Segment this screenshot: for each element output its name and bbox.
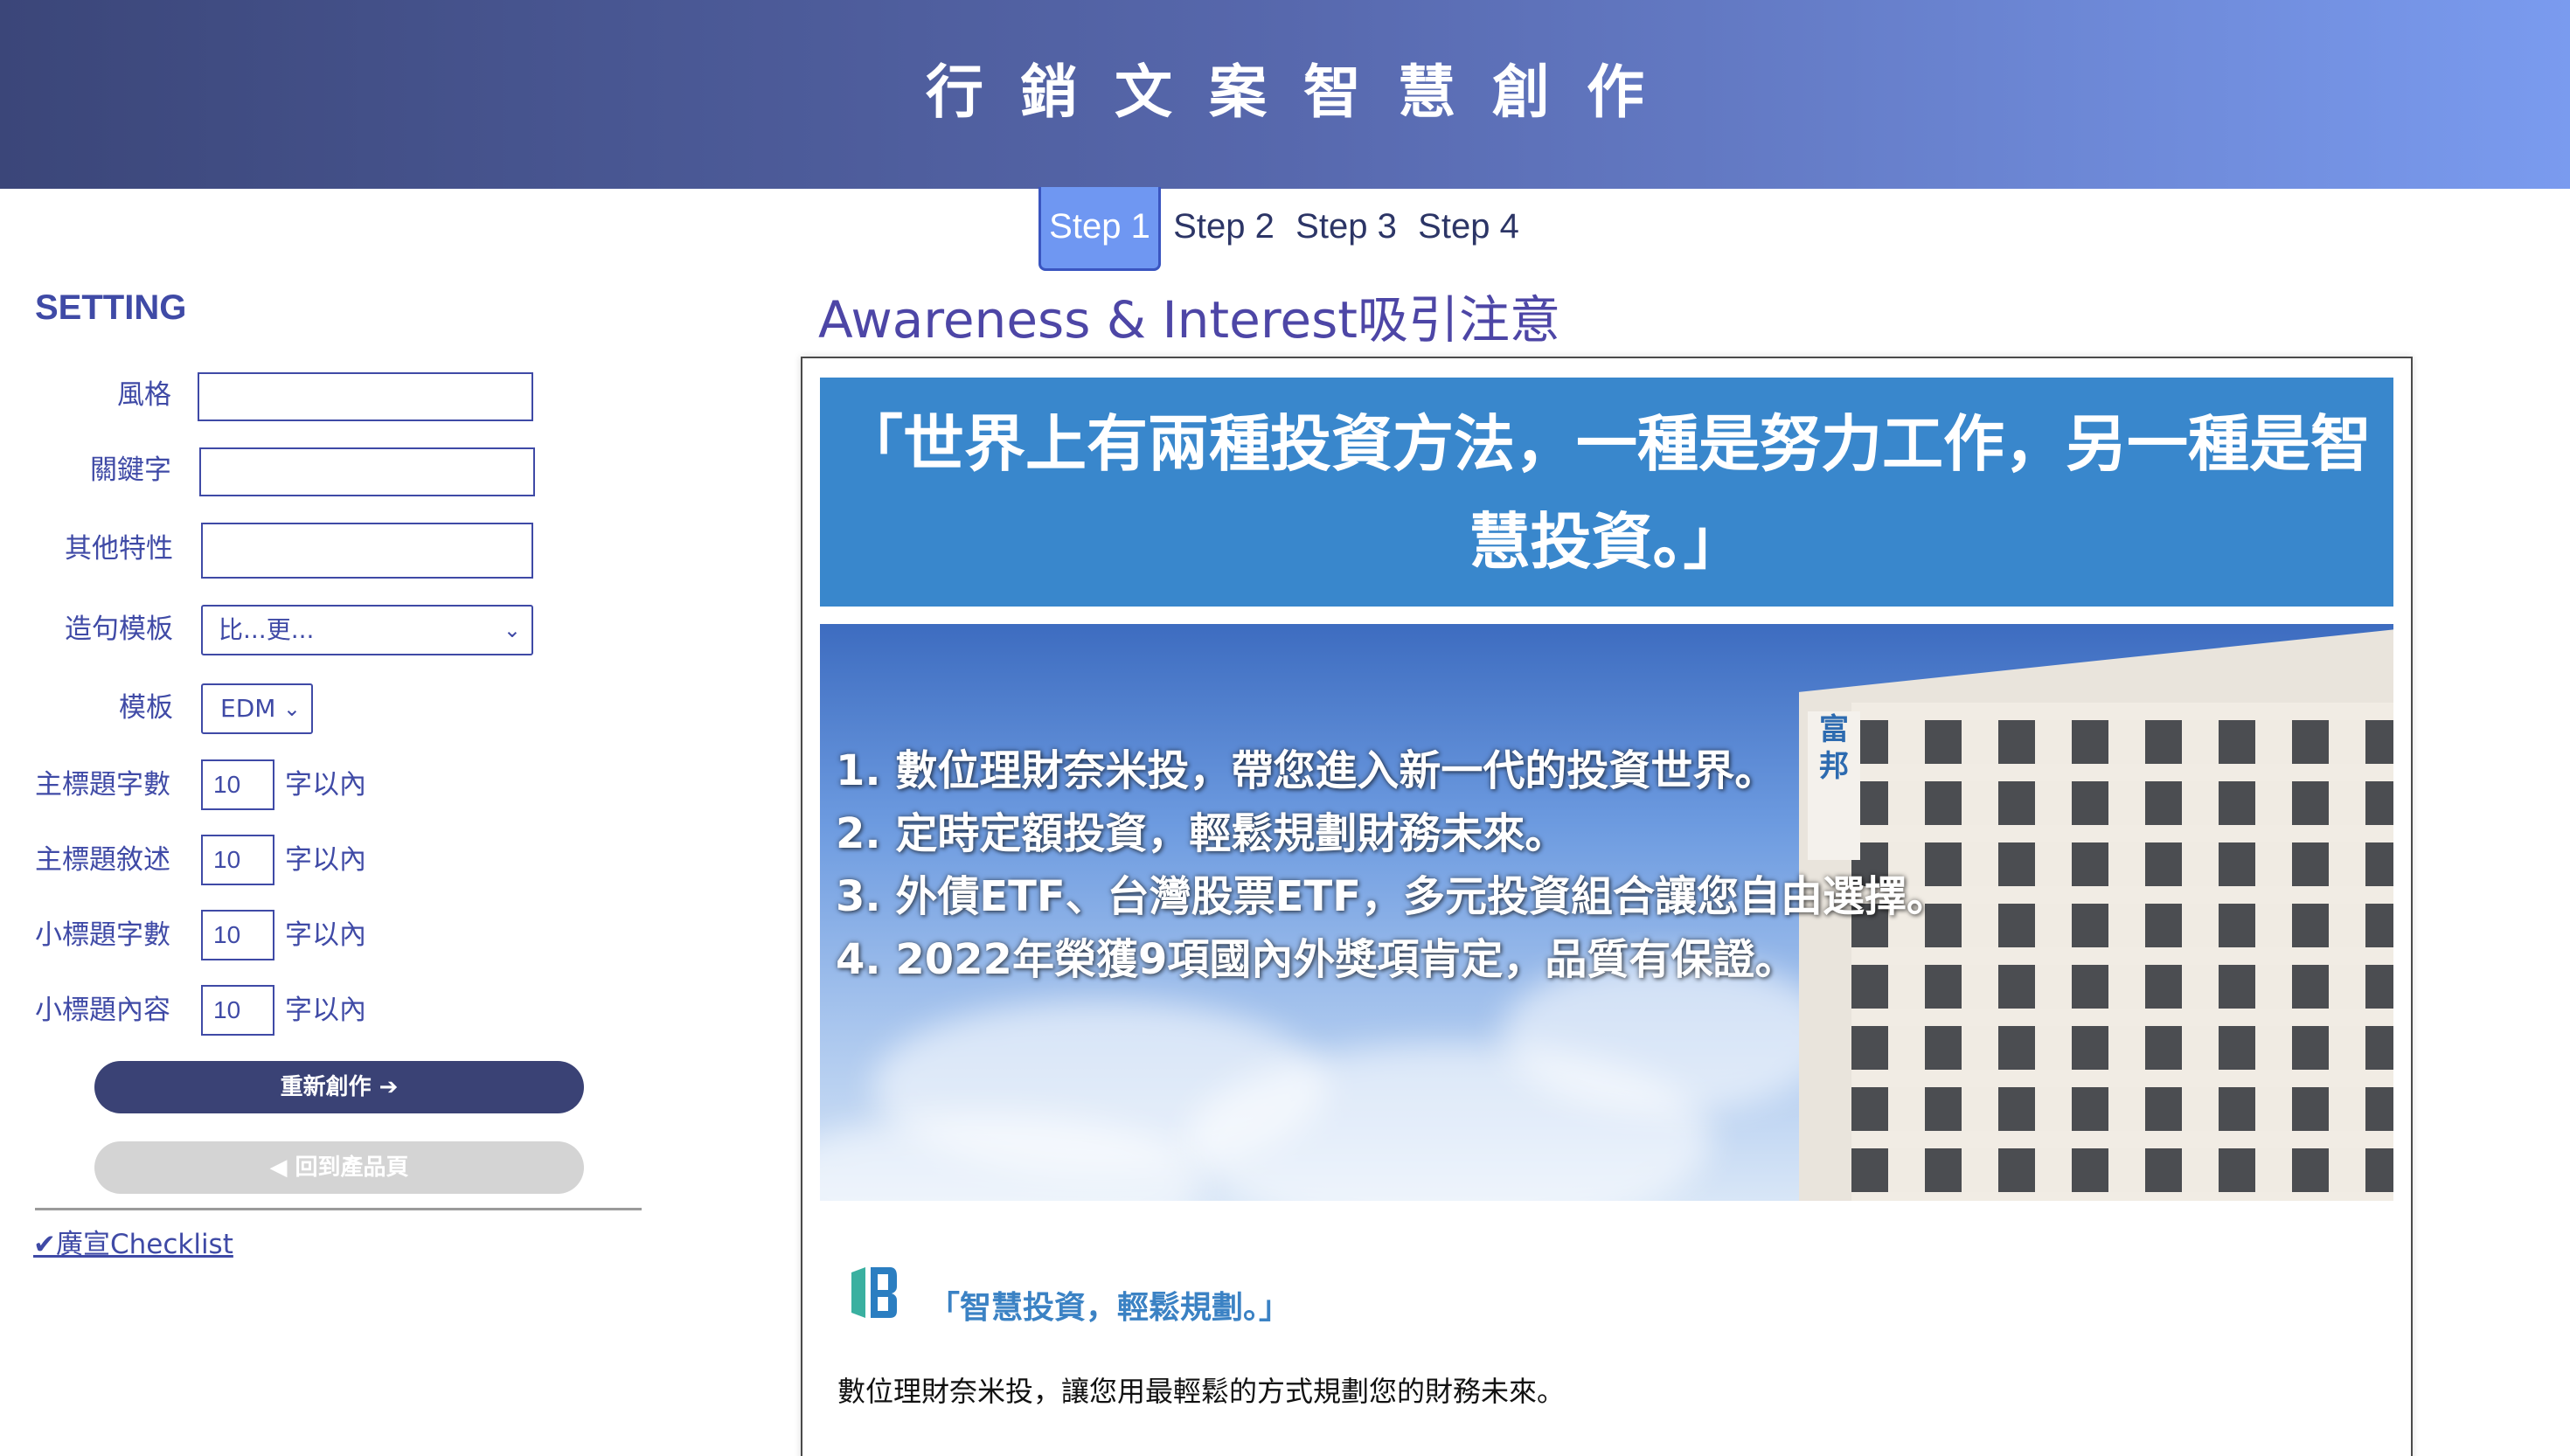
body-text: 數位理財奈米投，讓您用最輕鬆的方式規劃您的財務未來。 bbox=[837, 1375, 1566, 1408]
app-header: 行銷文案智慧創作 bbox=[0, 0, 2570, 189]
chevron-down-icon: ⌄ bbox=[503, 618, 521, 642]
template-value: EDM bbox=[220, 694, 276, 723]
main-title-chars-suffix: 字以內 bbox=[285, 769, 366, 801]
main-title-desc-input[interactable]: 10 bbox=[201, 835, 274, 885]
ad-checklist-link[interactable]: ✔廣宣Checklist bbox=[33, 1225, 233, 1264]
slogan-text: 「智慧投資，輕鬆規劃。」 bbox=[928, 1290, 1291, 1326]
main-title-desc-suffix: 字以內 bbox=[285, 844, 366, 876]
section-title: Awareness & Interest吸引注意 bbox=[818, 290, 1561, 350]
sub-title-content-input[interactable]: 10 bbox=[201, 985, 274, 1036]
style-label: 風格 bbox=[117, 379, 171, 411]
main-title-chars-input[interactable]: 10 bbox=[201, 759, 274, 810]
sidebar-divider bbox=[35, 1208, 642, 1210]
hero-bullet-list: 1. 數位理財奈米投，帶您進入新一代的投資世界。 2. 定時定額投資，輕鬆規劃財… bbox=[836, 739, 1948, 991]
headline-banner: 「世界上有兩種投資方法，一種是努力工作，另一種是智慧投資。」 bbox=[820, 378, 2393, 607]
regenerate-button[interactable]: 重新創作 ➔ bbox=[94, 1061, 584, 1113]
style-input[interactable] bbox=[198, 372, 533, 421]
sentence-template-value: 比...更... bbox=[219, 615, 315, 644]
hero-bullet: 4. 2022年榮獲9項國內外獎項肯定，品質有保證。 bbox=[836, 935, 1797, 984]
sentence-template-select[interactable]: 比...更... ⌄ bbox=[201, 605, 533, 655]
hero-image: 富邦 1. 數位理財奈米投，帶您進入新一代的投資世界。 2. 定時定額投資，輕鬆… bbox=[820, 624, 2393, 1201]
sentence-template-label: 造句模板 bbox=[65, 614, 173, 645]
sub-title-content-label: 小標題內容 bbox=[35, 995, 170, 1026]
keyword-label: 關鍵字 bbox=[90, 454, 171, 486]
tab-step-1[interactable]: Step 1 bbox=[1038, 187, 1161, 271]
sub-title-chars-input[interactable]: 10 bbox=[201, 910, 274, 960]
main-title-chars-label: 主標題字數 bbox=[35, 769, 170, 801]
headline-text: 「世界上有兩種投資方法，一種是努力工作，另一種是智慧投資。」 bbox=[842, 408, 2372, 578]
app-title: 行銷文案智慧創作 bbox=[926, 59, 1681, 126]
tab-step-2[interactable]: Step 2 bbox=[1168, 187, 1280, 271]
template-select[interactable]: EDM ⌄ bbox=[201, 683, 313, 734]
other-features-input[interactable] bbox=[201, 523, 533, 579]
sub-title-content-suffix: 字以內 bbox=[285, 995, 366, 1026]
hero-bullet: 2. 定時定額投資，輕鬆規劃財務未來。 bbox=[836, 809, 1567, 858]
main-title-desc-label: 主標題敘述 bbox=[35, 844, 170, 876]
other-features-label: 其他特性 bbox=[65, 533, 173, 565]
fubon-logo-icon bbox=[851, 1267, 897, 1318]
back-to-product-button[interactable]: ◀ 回到產品頁 bbox=[94, 1141, 584, 1194]
tab-step-3[interactable]: Step 3 bbox=[1290, 187, 1402, 271]
template-label: 模板 bbox=[119, 692, 173, 724]
edm-preview-card: 「世界上有兩種投資方法，一種是努力工作，另一種是智慧投資。」 富邦 1. 數位理… bbox=[801, 357, 2413, 1456]
chevron-down-icon: ⌄ bbox=[282, 697, 301, 721]
tab-step-4[interactable]: Step 4 bbox=[1413, 187, 1525, 271]
hero-bullet: 1. 數位理財奈米投，帶您進入新一代的投資世界。 bbox=[836, 746, 1777, 795]
sub-title-chars-label: 小標題字數 bbox=[35, 919, 170, 951]
hero-bullet: 3. 外債ETF、台灣股票ETF，多元投資組合讓您自由選擇。 bbox=[836, 872, 1948, 921]
setting-title: SETTING bbox=[35, 288, 187, 327]
sub-title-chars-suffix: 字以內 bbox=[285, 919, 366, 951]
keyword-input[interactable] bbox=[199, 447, 535, 496]
